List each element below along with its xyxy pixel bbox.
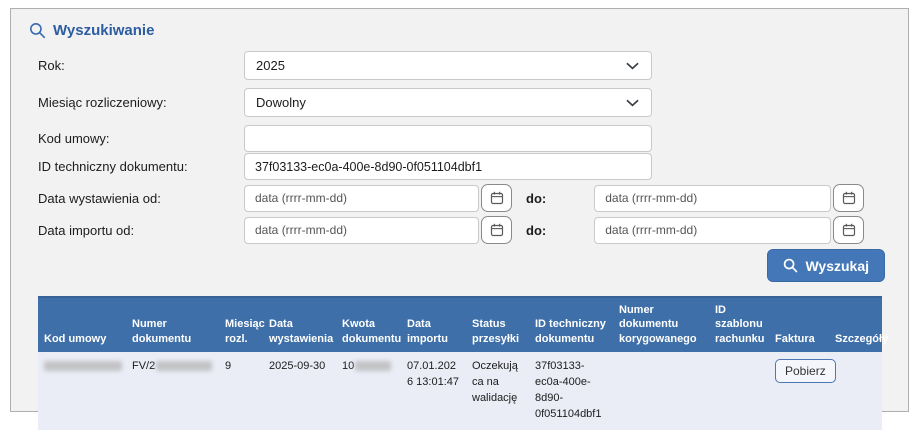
data-importu-od-calendar-button[interactable] [481,216,512,244]
id-techniczny-input[interactable] [244,153,652,180]
col-numer-dokumentu: Numer dokumentu [126,297,219,352]
data-importu-do-label: do: [526,223,546,238]
col-status-przesylki: Status przesyłki [466,297,529,352]
col-id-techniczny: ID techniczny dokumentu [529,297,613,352]
cell-kod-umowy [38,352,126,430]
calendar-icon [842,191,856,205]
cell-szczegoly [829,352,882,430]
cell-numer-korygowanego [613,352,709,430]
cell-numer-dokumentu: FV/2 [126,352,219,430]
form-row-rok: Rok: 2025 [27,51,892,80]
search-button-label: Wyszukaj [805,258,869,274]
col-szczegoly: Szczegóły [829,297,882,352]
actions-row: Wyszukaj [27,249,892,282]
col-kwota-dokumentu: Kwota dokumentu [336,297,401,352]
data-wystawienia-od-input[interactable] [244,185,479,212]
data-importu-od-input[interactable] [244,217,479,244]
cell-data-importu: 07.01.2026 13:01:47 [401,352,466,430]
search-icon [29,22,46,39]
rok-select[interactable]: 2025 [244,51,652,80]
data-wystawienia-label: Data wystawienia od: [27,191,244,206]
search-icon [783,258,798,273]
rok-label: Rok: [27,58,244,73]
redacted-value [355,361,391,371]
cell-id-techniczny: 37f03133-ec0a-400e-8d90-0f051104dbf1 [529,352,613,430]
cell-data-wystawienia: 2025-09-30 [263,352,336,430]
calendar-icon [842,223,856,237]
form-row-data-importu: Data importu od: do: [27,216,892,244]
table-row: FV/2 9 2025-09-30 10 07.01.2026 13:01:47… [38,352,882,430]
cell-status-przesylki: Oczekująca na walidację [466,352,529,430]
data-importu-do-input[interactable] [594,217,831,244]
panel-header: Wyszukiwanie [29,22,892,39]
results-table-container: Kod umowy Numer dokumentu Miesiąc rozl. … [38,296,892,430]
redacted-value [44,361,122,371]
cell-id-szablonu [709,352,769,430]
id-techniczny-label: ID techniczny dokumentu: [27,159,244,174]
data-wystawienia-do-calendar-button[interactable] [833,184,864,212]
redacted-value [156,361,212,371]
kod-umowy-label: Kod umowy: [27,131,244,146]
miesiac-select-value: Dowolny [256,95,306,110]
cell-kwota-dokumentu: 10 [336,352,401,430]
form-row-id-techniczny: ID techniczny dokumentu: [27,153,892,180]
col-data-importu: Data importu [401,297,466,352]
col-numer-korygowanego: Numer dokumentu korygowanego [613,297,709,352]
download-invoice-button[interactable]: Pobierz [775,359,836,383]
kod-umowy-input[interactable] [244,125,652,152]
miesiac-label: Miesiąc rozliczeniowy: [27,95,244,110]
results-table: Kod umowy Numer dokumentu Miesiąc rozl. … [38,296,882,430]
cell-faktura: Pobierz [769,352,829,430]
col-id-szablonu: ID szablonu rachunku [709,297,769,352]
kwota-value: 10 [342,360,354,372]
data-wystawienia-od-calendar-button[interactable] [481,184,512,212]
numer-dokumentu-value: FV/2 [132,360,155,372]
data-importu-do-calendar-button[interactable] [833,216,864,244]
chevron-down-icon [626,62,639,70]
form-row-data-wystawienia: Data wystawienia od: do: [27,184,892,212]
chevron-down-icon [626,99,639,107]
col-miesiac-rozl: Miesiąc rozl. [219,297,263,352]
table-header-row: Kod umowy Numer dokumentu Miesiąc rozl. … [38,297,882,352]
search-button[interactable]: Wyszukaj [767,249,885,282]
form-row-miesiac: Miesiąc rozliczeniowy: Dowolny [27,88,892,117]
rok-select-value: 2025 [256,58,285,73]
miesiac-select[interactable]: Dowolny [244,88,652,117]
search-panel: Wyszukiwanie Rok: 2025 Miesiąc rozliczen… [10,8,909,412]
col-data-wystawienia: Data wystawienia [263,297,336,352]
col-faktura: Faktura [769,297,829,352]
calendar-icon [490,223,504,237]
data-wystawienia-do-input[interactable] [594,185,831,212]
calendar-icon [490,191,504,205]
form-row-kod-umowy: Kod umowy: [27,125,892,152]
data-wystawienia-do-label: do: [526,191,546,206]
cell-miesiac-rozl: 9 [219,352,263,430]
col-kod-umowy: Kod umowy [38,297,126,352]
data-importu-label: Data importu od: [27,223,244,238]
page-title: Wyszukiwanie [53,22,154,39]
